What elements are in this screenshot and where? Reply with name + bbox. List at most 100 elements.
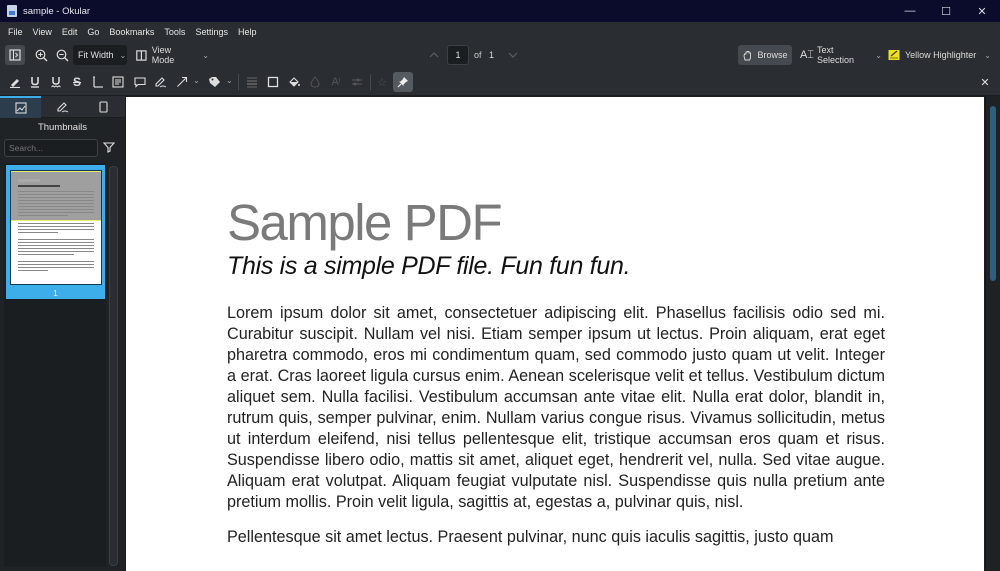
menu-edit[interactable]: Edit (57, 27, 83, 37)
menu-settings[interactable]: Settings (190, 27, 233, 37)
menu-help[interactable]: Help (233, 27, 262, 37)
highlighter-tool-button[interactable] (5, 72, 25, 92)
pen-icon (154, 77, 166, 88)
minimize-icon: — (904, 5, 916, 17)
next-page-button[interactable] (506, 45, 520, 65)
font-button[interactable]: Aᶦ (326, 72, 346, 92)
marker-icon (10, 79, 20, 88)
page-number-input[interactable]: 1 (447, 45, 469, 65)
chevron-down-icon: ⌄ (875, 50, 882, 60)
menu-bookmarks[interactable]: Bookmarks (104, 27, 159, 37)
toolbar-separator (238, 74, 239, 90)
squiggle-tool-button[interactable] (46, 72, 66, 92)
sidebar: Thumbnails Search... 1 (0, 96, 125, 571)
chevron-down-icon[interactable]: ⌄ (193, 76, 200, 85)
thumbnail-page-label: 1 (53, 289, 58, 298)
chevron-down-icon: ⌄ (202, 50, 209, 60)
close-annotation-toolbar-button[interactable]: ✕ (975, 72, 995, 92)
pdf-page: Sample PDF This is a simple PDF file. Fu… (126, 97, 984, 571)
underline-tool-button[interactable] (25, 72, 45, 92)
thumbnail-page-1[interactable]: 1 (6, 165, 105, 299)
quick-annotation-button[interactable]: Yellow Highlighter ⌄ (886, 45, 992, 65)
zoom-mode-value: Fit Width (78, 50, 114, 60)
add-to-quick-tools-button[interactable]: ☆ (372, 72, 392, 92)
filter-button[interactable] (103, 141, 117, 155)
opacity-button[interactable] (305, 72, 325, 92)
thumbnail-scrollbar[interactable] (109, 166, 118, 566)
menu-tools[interactable]: Tools (159, 27, 190, 37)
highlighter-icon (888, 50, 900, 60)
view-mode-button[interactable]: View Mode ⌄ (133, 45, 209, 65)
stamp-tool-button[interactable] (204, 72, 224, 92)
toolbar-separator (370, 74, 371, 90)
chevron-down-icon[interactable]: ⌄ (226, 76, 233, 85)
settings-sliders-icon (352, 78, 362, 86)
toggle-sidebar-button[interactable] (5, 45, 25, 65)
freehand-tool-button[interactable] (150, 72, 170, 92)
thumbnail-search-input[interactable] (4, 139, 98, 157)
browse-tool-button[interactable]: Browse (738, 45, 792, 65)
hand-icon (744, 50, 752, 60)
annotation-toolbar: S ⌄ ⌄ Aᶦ ☆ ✕ (0, 68, 1000, 96)
sidebar-tabs (0, 96, 125, 118)
bookmark-icon (99, 101, 108, 113)
text-selection-label: Text Selection (816, 45, 854, 65)
paint-bucket-icon (289, 77, 300, 87)
inline-note-tool-button[interactable] (108, 72, 128, 92)
border-color-button[interactable] (263, 72, 283, 92)
tab-thumbnails[interactable] (0, 96, 41, 118)
annotation-settings-button[interactable] (347, 72, 367, 92)
star-icon: ☆ (377, 76, 387, 89)
menu-bar: File View Edit Go Bookmarks Tools Settin… (0, 22, 1000, 42)
document-title: Sample PDF (227, 194, 503, 251)
tab-annotations[interactable] (42, 96, 83, 118)
chevron-down-icon: ⌄ (119, 50, 127, 60)
menu-go[interactable]: Go (82, 27, 104, 37)
menu-file[interactable]: File (3, 27, 28, 37)
filter-icon (103, 142, 115, 153)
text-selection-tool-button[interactable]: A⌶ Text Selection ⌄ (798, 45, 882, 65)
previous-page-button[interactable] (427, 45, 441, 65)
typewriter-icon (93, 76, 103, 88)
tab-bookmarks[interactable] (83, 96, 124, 118)
maximize-icon: ☐ (941, 5, 951, 18)
minimize-button[interactable]: — (892, 0, 928, 22)
droplet-icon (310, 76, 320, 88)
pen-icon (57, 102, 69, 113)
zoom-in-icon (35, 49, 47, 61)
window-title: sample - Okular (23, 5, 91, 17)
squiggle-underline-icon (51, 77, 61, 88)
line-width-button[interactable] (242, 72, 262, 92)
document-paragraph: Lorem ipsum dolor sit amet, consectetuer… (227, 304, 885, 511)
document-scrollbar[interactable] (985, 96, 1000, 571)
scrollbar-thumb[interactable] (990, 106, 996, 281)
zoom-out-button[interactable] (52, 45, 72, 65)
fill-color-button[interactable] (284, 72, 304, 92)
thumbnail-list: 1 (4, 163, 106, 567)
zoom-mode-select[interactable]: Fit Width ⌄ (73, 45, 127, 65)
title-bar: sample - Okular — ☐ ✕ (0, 0, 1000, 22)
pin-toolbar-button[interactable] (393, 72, 413, 92)
strikeout-tool-button[interactable]: S (67, 72, 87, 92)
close-window-button[interactable]: ✕ (964, 0, 1000, 22)
close-icon: ✕ (980, 76, 990, 89)
maximize-button[interactable]: ☐ (928, 0, 964, 22)
popup-note-tool-button[interactable] (130, 72, 150, 92)
arrow-icon (177, 76, 188, 87)
menu-view[interactable]: View (28, 27, 57, 37)
arrow-tool-button[interactable] (172, 72, 192, 92)
highlighter-label: Yellow Highlighter (905, 50, 977, 60)
image-icon (14, 102, 27, 114)
page-of-label: of (474, 50, 482, 60)
text-cursor-icon: A⌶ (800, 48, 814, 61)
document-paragraph: Pellentesque sit amet lectus. Praesent p… (227, 528, 834, 546)
zoom-in-button[interactable] (31, 45, 51, 65)
typewriter-tool-button[interactable] (88, 72, 108, 92)
sidebar-panel-icon (9, 49, 21, 61)
view-mode-label: View Mode (151, 45, 175, 65)
view-mode-icon (136, 49, 147, 61)
document-view: Sample PDF This is a simple PDF file. Fu… (125, 96, 985, 571)
zoom-out-icon (56, 49, 68, 61)
pin-icon (397, 77, 408, 88)
chevron-down-icon: ⌄ (984, 50, 991, 60)
